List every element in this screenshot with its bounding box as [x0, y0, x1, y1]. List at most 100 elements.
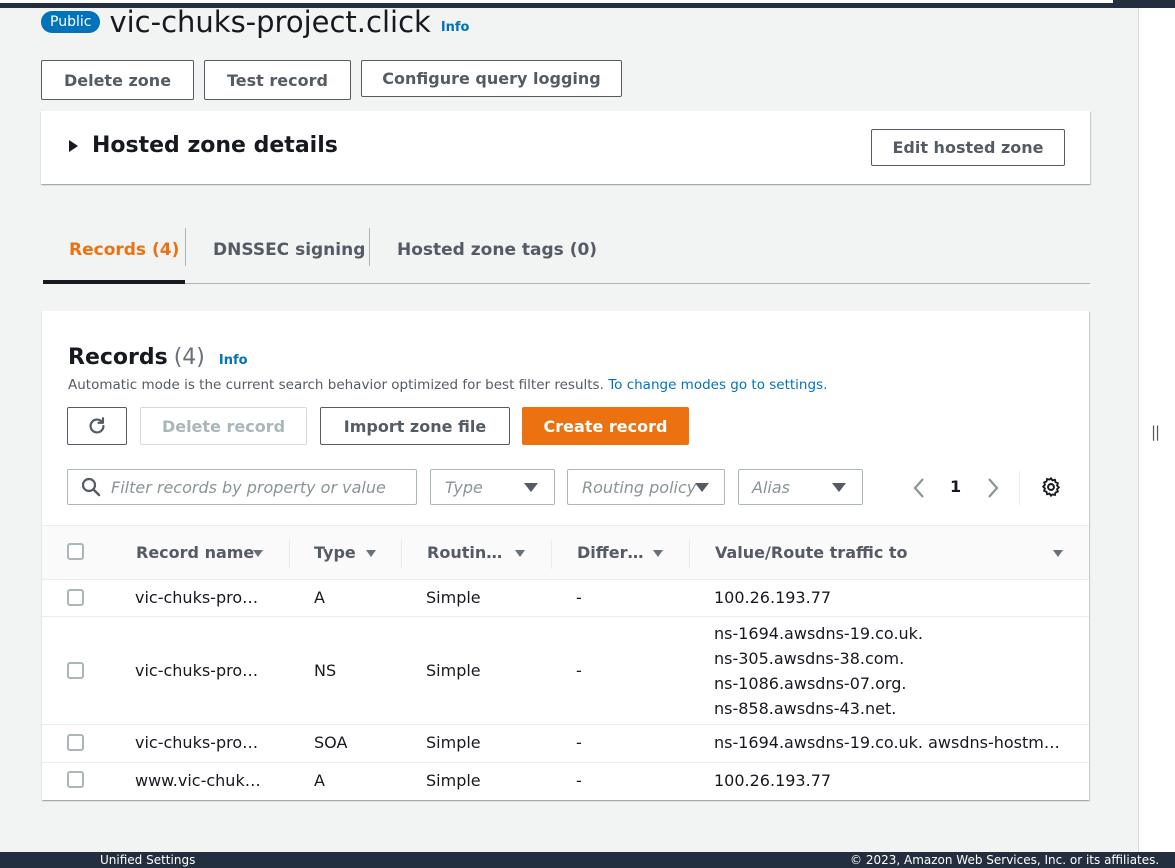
create-record-button[interactable]: Create record: [522, 407, 689, 445]
routing-policy-filter-select[interactable]: Routing policy: [567, 469, 725, 505]
record-type-cell: SOA: [314, 733, 348, 752]
visibility-badge: Public: [41, 11, 101, 33]
page-header: Public vic-chuks-project.click Info: [41, 2, 470, 42]
footer-unified-settings[interactable]: Unified Settings: [100, 853, 195, 867]
routing-policy-cell: Simple: [426, 588, 481, 607]
chevron-down-icon: [524, 483, 538, 492]
record-name-cell[interactable]: vic-chuks-pro…: [135, 588, 258, 607]
table-header: Record name Type Routin… Differ… Value/R…: [42, 525, 1089, 580]
value-cell: ns-1694.awsdns-19.co.uk. awsdns-hostm…: [714, 733, 1060, 752]
routing-policy-cell: Simple: [426, 661, 481, 680]
search-input[interactable]: Filter records by property or value: [67, 469, 417, 505]
value-line: ns-1086.awsdns-07.org.: [714, 674, 907, 693]
column-header-record-name[interactable]: Record name: [136, 543, 254, 562]
column-header-value[interactable]: Value/Route traffic to: [715, 543, 908, 562]
record-name-cell[interactable]: vic-chuks-pro…: [135, 733, 258, 752]
test-record-button[interactable]: Test record: [204, 60, 351, 100]
records-heading: Records (4) Info: [68, 345, 248, 370]
table-row[interactable]: www.vic-chuk… A Simple - 100.26.193.77: [42, 763, 1089, 800]
search-mode-description: Automatic mode is the current search beh…: [68, 377, 827, 393]
value-cell: 100.26.193.77: [714, 771, 832, 790]
search-icon: [81, 477, 101, 497]
records-title: Records: [68, 345, 168, 370]
records-info-link[interactable]: Info: [219, 353, 248, 368]
active-tab-indicator: [43, 280, 185, 284]
configure-query-logging-button[interactable]: Configure query logging: [361, 60, 622, 97]
delete-zone-button[interactable]: Delete zone: [41, 60, 194, 100]
sort-icon[interactable]: [515, 550, 525, 557]
chevron-right-icon[interactable]: [986, 477, 1000, 499]
tab-divider: [369, 228, 370, 266]
hosted-zone-details-title: Hosted zone details: [92, 133, 338, 158]
column-divider: [401, 539, 402, 569]
row-checkbox[interactable]: [67, 589, 84, 606]
type-filter-select[interactable]: Type: [430, 469, 555, 505]
panel-resize-handle[interactable]: ||: [1151, 423, 1160, 441]
column-divider: [551, 539, 552, 569]
records-panel: Records (4) Info Automatic mode is the c…: [42, 311, 1089, 800]
hosted-zone-details-panel: Hosted zone details Edit hosted zone: [41, 111, 1090, 184]
hosted-zone-details-toggle[interactable]: Hosted zone details: [69, 133, 338, 158]
page-number[interactable]: 1: [950, 477, 961, 496]
chevron-left-icon[interactable]: [912, 477, 926, 499]
tab-divider: [185, 228, 186, 266]
record-name-cell[interactable]: www.vic-chuk…: [135, 771, 261, 790]
value-line: ns-1694.awsdns-19.co.uk.: [714, 624, 924, 643]
search-placeholder: Filter records by property or value: [111, 477, 386, 497]
import-zone-file-button[interactable]: Import zone file: [320, 407, 510, 445]
table-row[interactable]: vic-chuks-pro… SOA Simple - ns-1694.awsd…: [42, 725, 1089, 763]
caret-right-icon: [69, 139, 78, 152]
header-info-link[interactable]: Info: [441, 20, 470, 35]
refresh-icon: [89, 417, 105, 434]
record-type-cell: A: [314, 771, 325, 790]
chevron-down-icon: [832, 483, 846, 492]
select-all-checkbox[interactable]: [67, 543, 84, 560]
sort-icon[interactable]: [366, 550, 376, 557]
tab-dnssec-signing[interactable]: DNSSEC signing: [213, 216, 365, 284]
record-type-cell: A: [314, 588, 325, 607]
routing-policy-cell: Simple: [426, 733, 481, 752]
differentiator-cell: -: [576, 661, 582, 680]
column-header-type[interactable]: Type: [314, 543, 356, 562]
tab-records[interactable]: Records (4): [69, 216, 179, 284]
differentiator-cell: -: [576, 771, 582, 790]
column-header-differ[interactable]: Differ…: [577, 543, 643, 562]
table-row[interactable]: vic-chuks-pro… A Simple - 100.26.193.77: [42, 580, 1089, 617]
row-checkbox[interactable]: [67, 734, 84, 751]
column-header-routing[interactable]: Routin…: [427, 543, 502, 562]
split-panel-rail: ||: [1138, 8, 1175, 852]
value-cell: 100.26.193.77: [714, 588, 832, 607]
tab-hosted-zone-tags[interactable]: Hosted zone tags (0): [397, 216, 597, 284]
alias-filter-select[interactable]: Alias: [738, 469, 863, 505]
value-line: ns-858.awsdns-43.net.: [714, 699, 897, 718]
footer-bar: Unified Settings © 2023, Amazon Web Serv…: [0, 852, 1175, 868]
table-row[interactable]: vic-chuks-pro… NS Simple - ns-1694.awsdn…: [42, 617, 1089, 725]
row-checkbox[interactable]: [67, 771, 84, 788]
value-line: ns-305.awsdns-38.com.: [714, 649, 905, 668]
edit-hosted-zone-button[interactable]: Edit hosted zone: [871, 129, 1065, 166]
routing-policy-cell: Simple: [426, 771, 481, 790]
column-divider: [289, 539, 290, 569]
alias-filter-label: Alias: [752, 477, 790, 497]
record-type-cell: NS: [314, 661, 337, 680]
differentiator-cell: -: [576, 588, 582, 607]
column-divider: [689, 539, 690, 569]
tab-bar: Records (4) DNSSEC signing Hosted zone t…: [43, 216, 1090, 284]
gear-icon[interactable]: [1040, 476, 1062, 498]
footer-copyright: © 2023, Amazon Web Services, Inc. or its…: [850, 853, 1160, 867]
delete-record-button[interactable]: Delete record: [140, 407, 307, 445]
description-text: Automatic mode is the current search beh…: [68, 377, 604, 393]
pager-divider: [1019, 471, 1020, 505]
page-title: vic-chuks-project.click: [109, 5, 431, 39]
chevron-down-icon: [695, 483, 709, 492]
row-checkbox[interactable]: [67, 662, 84, 679]
refresh-button[interactable]: [67, 407, 127, 445]
record-name-cell[interactable]: vic-chuks-pro…: [135, 661, 258, 680]
routing-policy-filter-label: Routing policy: [582, 477, 697, 497]
sort-icon[interactable]: [253, 550, 263, 557]
sort-icon[interactable]: [653, 550, 663, 557]
records-count: (4): [173, 345, 205, 370]
settings-link[interactable]: To change modes go to settings.: [608, 377, 827, 393]
differentiator-cell: -: [576, 733, 582, 752]
sort-icon[interactable]: [1053, 550, 1063, 557]
